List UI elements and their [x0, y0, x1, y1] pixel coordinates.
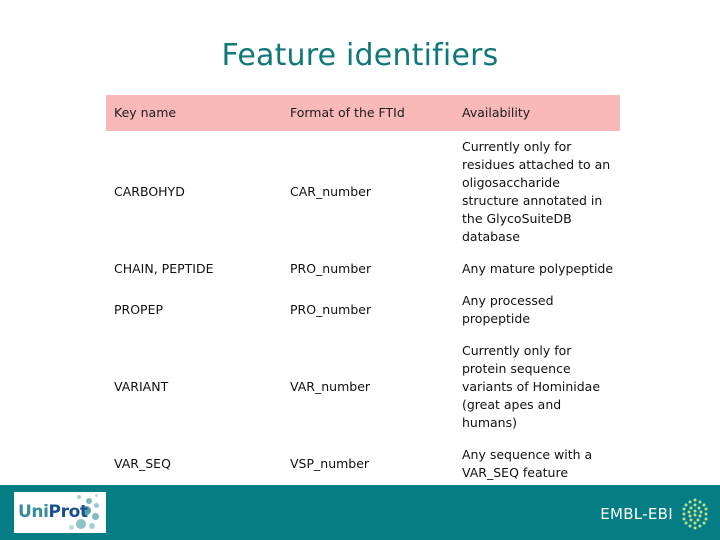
cell-availability: Any mature polypeptide	[462, 261, 614, 276]
logo-bubble-icon	[69, 525, 74, 530]
cell-key-name: CARBOHYD	[114, 184, 185, 199]
cell-key-name: CHAIN, PEPTIDE	[114, 261, 214, 276]
embl-ebi-label: EMBL-EBI	[600, 505, 673, 523]
table-header: Key name Format of the FTId Availability	[106, 95, 620, 131]
cell-key-name: VAR_SEQ	[114, 456, 171, 471]
cell-availability: Currently only for protein sequence vari…	[462, 343, 601, 430]
cell-availability: Any sequence with a VAR_SEQ feature	[462, 447, 593, 480]
feature-identifiers-table: Key name Format of the FTId Availability…	[106, 95, 620, 489]
table-row: CARBOHYD CAR_number Currently only for r…	[106, 131, 620, 253]
cell-key-name: VARIANT	[114, 379, 169, 394]
logo-bubble-icon	[89, 523, 95, 529]
logo-bubble-icon	[92, 513, 99, 520]
uniprot-wordmark-prot: Prot	[48, 502, 88, 522]
logo-bubble-icon	[95, 494, 98, 497]
slide-root: Feature identifiers Key name Format of t…	[0, 0, 720, 540]
table-header-row: Key name Format of the FTId Availability	[106, 95, 620, 131]
cell-format: PRO_number	[290, 302, 372, 317]
cell-availability: Any processed propeptide	[462, 293, 554, 326]
column-header-availability: Availability	[462, 105, 531, 120]
table-row: VAR_SEQ VSP_number Any sequence with a V…	[106, 439, 620, 489]
embl-ebi-hexagon-icon	[682, 498, 708, 530]
uniprot-logo[interactable]: UniProt	[14, 492, 106, 533]
table-row: CHAIN, PEPTIDE PRO_number Any mature pol…	[106, 253, 620, 285]
uniprot-wordmark: UniProt	[18, 503, 88, 522]
uniprot-wordmark-uni: Uni	[18, 502, 49, 522]
cell-availability: Currently only for residues attached to …	[462, 139, 611, 244]
table-row: VARIANT VAR_number Currently only for pr…	[106, 335, 620, 439]
logo-bubble-icon	[94, 503, 99, 508]
table-row: PROPEP PRO_number Any processed propepti…	[106, 285, 620, 335]
cell-format: VSP_number	[290, 456, 370, 471]
cell-format: CAR_number	[290, 184, 371, 199]
cell-format: VAR_number	[290, 379, 371, 394]
table-body: CARBOHYD CAR_number Currently only for r…	[106, 131, 620, 489]
column-header-key-name: Key name	[114, 105, 177, 120]
column-header-format: Format of the FTId	[290, 105, 405, 120]
cell-key-name: PROPEP	[114, 302, 164, 317]
embl-ebi-logo[interactable]: EMBL-EBI	[600, 498, 710, 530]
feature-identifiers-table-wrapper: Key name Format of the FTId Availability…	[106, 95, 620, 489]
cell-format: PRO_number	[290, 261, 372, 276]
logo-bubble-icon	[77, 495, 81, 499]
page-title: Feature identifiers	[221, 38, 499, 73]
